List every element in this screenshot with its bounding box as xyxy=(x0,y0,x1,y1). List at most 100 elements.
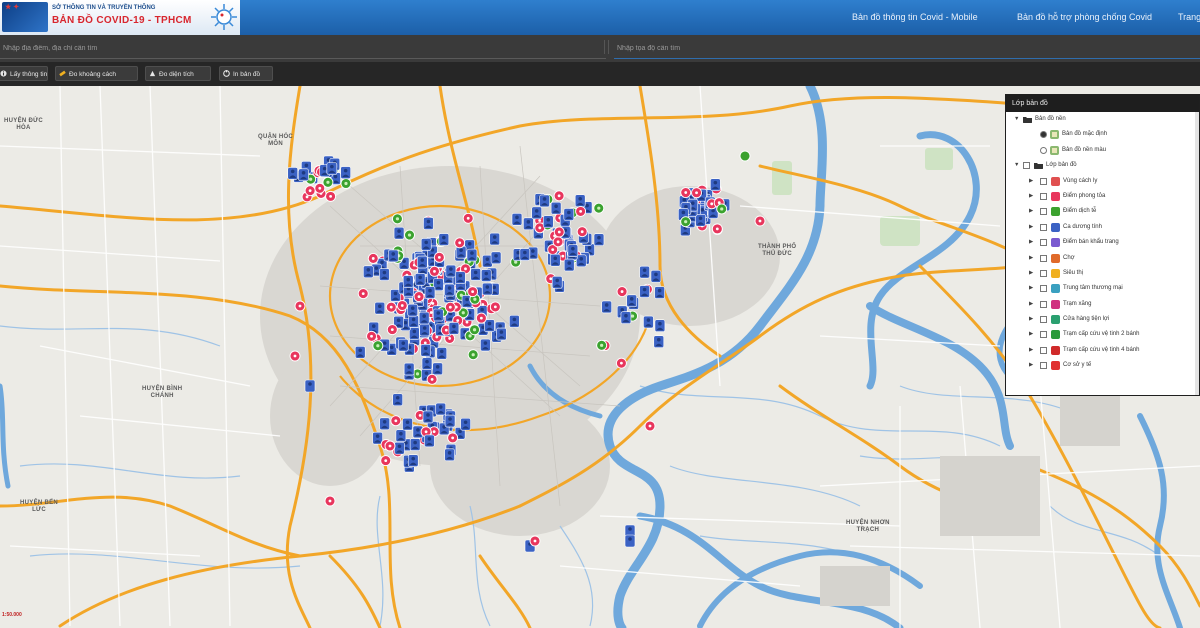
layer-group-checkbox[interactable] xyxy=(1023,162,1030,170)
expand-arrow-icon[interactable]: ▶ xyxy=(1029,266,1033,281)
case-marker-icon[interactable] xyxy=(408,315,419,328)
epidemic-marker-icon[interactable] xyxy=(340,178,352,189)
epidemic-marker-icon[interactable] xyxy=(680,216,692,228)
case-marker-icon[interactable] xyxy=(653,335,665,349)
case-marker-icon[interactable] xyxy=(444,414,456,428)
lockdown-marker-icon[interactable] xyxy=(553,226,565,238)
layer-group-overlays[interactable]: ▼ Lớp bản đồ xyxy=(1006,158,1199,173)
case-marker-icon[interactable] xyxy=(387,249,399,263)
layer-checkbox[interactable] xyxy=(1040,285,1047,293)
case-marker-icon[interactable] xyxy=(423,217,434,230)
lockdown-marker-icon[interactable] xyxy=(454,237,466,249)
case-marker-icon[interactable] xyxy=(420,344,432,357)
get-info-button[interactable]: Lấy thông tin xyxy=(0,66,48,81)
layer-checkbox[interactable] xyxy=(1040,177,1047,185)
lockdown-marker-icon[interactable] xyxy=(390,415,402,427)
layer-item[interactable]: ▶ Trạm cấp cứu vệ tinh 2 bánh xyxy=(1006,327,1199,342)
layer-checkbox[interactable] xyxy=(1040,269,1047,277)
layer-item[interactable]: ▶ Điểm phong tỏa xyxy=(1006,189,1199,204)
case-marker-icon[interactable] xyxy=(407,303,419,317)
case-marker-icon[interactable] xyxy=(563,258,575,272)
case-marker-icon[interactable] xyxy=(409,438,421,451)
case-marker-icon[interactable] xyxy=(626,294,638,308)
case-marker-icon[interactable] xyxy=(436,347,448,360)
logo[interactable]: ★ ✦ SỞ THÔNG TIN VÀ TRUYỀN THÔNG BẢN ĐỒ … xyxy=(0,0,240,35)
expand-arrow-icon[interactable]: ▼ xyxy=(1014,158,1019,173)
layer-checkbox[interactable] xyxy=(1040,223,1047,231)
lockdown-marker-icon[interactable] xyxy=(380,455,392,467)
case-marker-icon[interactable] xyxy=(531,206,543,220)
case-marker-icon[interactable] xyxy=(397,338,409,352)
epidemic-marker-icon[interactable] xyxy=(467,349,479,361)
measure-area-button[interactable]: Đo diện tích xyxy=(145,66,211,81)
lockdown-marker-icon[interactable] xyxy=(616,286,628,298)
lockdown-marker-icon[interactable] xyxy=(553,190,565,202)
layer-checkbox[interactable] xyxy=(1040,362,1047,370)
lockdown-marker-icon[interactable] xyxy=(552,236,564,248)
case-marker-icon[interactable] xyxy=(563,208,575,221)
expand-arrow-icon[interactable]: ▶ xyxy=(1029,220,1033,235)
case-marker-icon[interactable] xyxy=(550,201,562,215)
case-marker-icon[interactable] xyxy=(448,322,460,335)
case-marker-icon[interactable] xyxy=(489,232,501,246)
layer-checkbox[interactable] xyxy=(1040,239,1047,247)
layer-item[interactable]: ▶ Cơ sở y tế xyxy=(1006,358,1199,373)
lockdown-marker-icon[interactable] xyxy=(366,330,377,342)
case-marker-icon[interactable] xyxy=(519,248,531,261)
case-marker-icon[interactable] xyxy=(480,338,491,352)
expand-arrow-icon[interactable]: ▶ xyxy=(1029,343,1033,358)
lockdown-marker-icon[interactable] xyxy=(357,288,369,300)
case-marker-icon[interactable] xyxy=(624,534,636,548)
case-marker-icon[interactable] xyxy=(470,268,481,281)
case-marker-icon[interactable] xyxy=(393,226,405,240)
layer-checkbox[interactable] xyxy=(1040,192,1047,200)
basemap-option-color[interactable]: Bản đồ nền màu xyxy=(1006,143,1199,158)
lockdown-marker-icon[interactable] xyxy=(294,300,306,312)
expand-arrow-icon[interactable]: ▶ xyxy=(1029,297,1033,312)
case-marker-icon[interactable] xyxy=(402,417,413,431)
coordinate-search-input[interactable] xyxy=(614,39,1200,59)
case-marker-icon[interactable] xyxy=(445,264,457,278)
case-marker-icon[interactable] xyxy=(482,282,493,296)
nav-covid-support-map[interactable]: Bản đồ hỗ trợ phòng chống Covid xyxy=(1017,12,1152,22)
case-marker-icon[interactable] xyxy=(403,362,415,376)
epidemic-marker-icon[interactable] xyxy=(716,203,728,215)
layer-item[interactable]: ▶ Siêu thị xyxy=(1006,266,1199,281)
case-marker-icon[interactable] xyxy=(650,270,662,283)
epidemic-marker-icon[interactable] xyxy=(404,229,415,241)
lockdown-marker-icon[interactable] xyxy=(489,301,501,313)
basemap-radio[interactable] xyxy=(1040,146,1047,154)
lockdown-marker-icon[interactable] xyxy=(426,373,438,385)
lockdown-marker-icon[interactable] xyxy=(462,212,474,224)
case-marker-icon[interactable] xyxy=(542,215,554,229)
case-marker-icon[interactable] xyxy=(420,238,432,251)
case-marker-icon[interactable] xyxy=(710,178,721,191)
lockdown-marker-icon[interactable] xyxy=(304,185,316,197)
expand-arrow-icon[interactable]: ▶ xyxy=(1029,327,1033,342)
case-marker-icon[interactable] xyxy=(354,346,366,359)
lockdown-marker-icon[interactable] xyxy=(433,251,445,263)
case-marker-icon[interactable] xyxy=(511,213,523,226)
epidemic-marker-icon[interactable] xyxy=(469,324,481,336)
case-marker-icon[interactable] xyxy=(340,166,351,179)
epidemic-marker-icon[interactable] xyxy=(593,202,605,214)
case-marker-icon[interactable] xyxy=(379,268,390,281)
case-marker-icon[interactable] xyxy=(455,271,466,284)
case-marker-icon[interactable] xyxy=(551,276,563,289)
layer-checkbox[interactable] xyxy=(1040,208,1047,216)
case-marker-icon[interactable] xyxy=(379,417,390,431)
nav-covid-mobile-map[interactable]: Bản đồ thông tin Covid - Mobile xyxy=(852,12,978,22)
epidemic-marker-icon[interactable] xyxy=(391,213,403,225)
lockdown-marker-icon[interactable] xyxy=(386,324,398,336)
layer-group-basemap[interactable]: ▼ Bản đồ nền xyxy=(1006,112,1199,127)
case-marker-icon[interactable] xyxy=(444,283,455,297)
case-marker-icon[interactable] xyxy=(392,393,403,407)
case-marker-icon[interactable] xyxy=(654,319,666,332)
print-map-button[interactable]: In bản đồ xyxy=(219,66,273,81)
place-search-input[interactable] xyxy=(0,39,606,59)
lockdown-marker-icon[interactable] xyxy=(575,205,587,217)
case-marker-icon[interactable] xyxy=(363,265,374,279)
case-marker-icon[interactable] xyxy=(395,429,407,443)
case-marker-icon[interactable] xyxy=(435,402,447,416)
case-marker-icon[interactable] xyxy=(460,417,471,431)
